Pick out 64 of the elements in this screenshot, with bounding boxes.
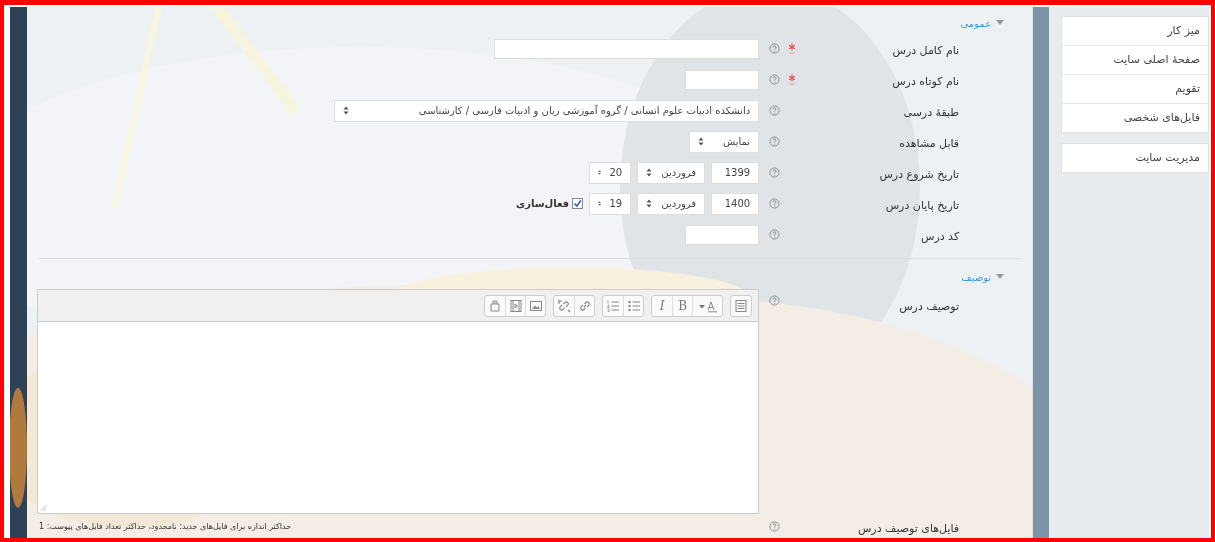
field-label: فایل‌های توصیف درس [857,521,960,535]
resize-grip-icon[interactable] [40,505,47,511]
bold-button[interactable]: B [672,295,693,316]
help-icon[interactable] [769,43,781,54]
dropdown-value: 1399 [724,167,751,178]
field-label: تاریخ پایان درس [885,199,960,212]
updown-icon [598,199,602,208]
checkmark-icon [573,199,583,208]
dropdown[interactable]: نمایش [689,130,760,153]
updown-icon [646,168,653,177]
link-icon [577,298,592,313]
dropdown[interactable]: فروردین [637,192,706,215]
dropdown[interactable]: 20 [589,161,632,184]
file-limit-note: حداکثر اندازه برای فایل‌های جدید: نامحدود، حداکثر تعداد فایل‌های پیوست: 1 [39,521,292,531]
nav-link[interactable]: صفحهٔ اصلی سایت [1062,46,1208,75]
help-icon[interactable] [769,295,781,306]
nav-link[interactable]: میز کار [1062,17,1208,46]
unlink-icon [557,298,572,313]
checkbox-label: فعال‌سازی [516,198,570,209]
text-field[interactable] [494,38,760,59]
help-icon[interactable] [769,229,781,240]
dropdown-value: نمایش [722,136,751,147]
field-label: کد درس [920,230,960,243]
dropdown[interactable]: فروردین [637,161,706,184]
help-icon[interactable] [769,105,781,116]
help-icon[interactable] [769,520,781,532]
bullet-list-icon [626,298,641,313]
image-icon [528,298,543,313]
dropdown[interactable]: 19 [589,192,632,215]
dropdown-value: فروردین [661,198,697,209]
dropdown[interactable]: 1400 [711,192,760,215]
nav-link[interactable]: فایل‌های شخصی [1062,104,1208,132]
nav-link[interactable]: مدیریت سایت [1062,144,1208,172]
updown-icon [598,168,602,177]
dropdown[interactable]: دانشکده ادبیات علوم انسانی / گروه آموزشی زبان و ادبیات فارسی / کارشناسی [334,99,760,122]
italic-button[interactable]: I [652,295,673,316]
checkbox[interactable] [572,198,584,209]
nav-link[interactable]: تقویم [1062,75,1208,104]
field-label: قابل مشاهده [899,137,960,150]
field-label: طبقهٔ درسی [903,106,960,119]
dropdown-value: دانشکده ادبیات علوم انسانی / گروه آموزشی زبان و ادبیات فارسی / کارشناسی [418,105,751,116]
help-icon[interactable] [769,74,781,85]
field-label: نام کوتاه درس [892,75,960,88]
text-field[interactable] [685,69,760,90]
caret-down-icon[interactable] [996,20,1005,26]
dropdown-value: 20 [609,167,623,178]
help-icon[interactable] [769,136,781,147]
dropdown-value: 1400 [724,198,751,209]
updown-icon [698,137,705,146]
caret-down-icon[interactable] [996,274,1005,280]
help-icon[interactable] [769,167,781,178]
text-field[interactable] [685,224,760,245]
dropdown[interactable]: 1399 [711,161,760,184]
media-icon [508,298,523,313]
toolbar-toggle-icon [734,298,749,313]
field-label: تاریخ شروع درس [879,168,960,181]
updown-icon [646,199,653,208]
dropdown-value: فروردین [661,167,697,178]
updown-icon [343,106,350,115]
numbered-list-icon [606,298,621,313]
dropdown-value: 19 [609,198,623,209]
field-label: نام کامل درس [892,44,960,57]
field-label: توصیف درس [899,300,960,313]
help-icon[interactable] [769,198,781,209]
